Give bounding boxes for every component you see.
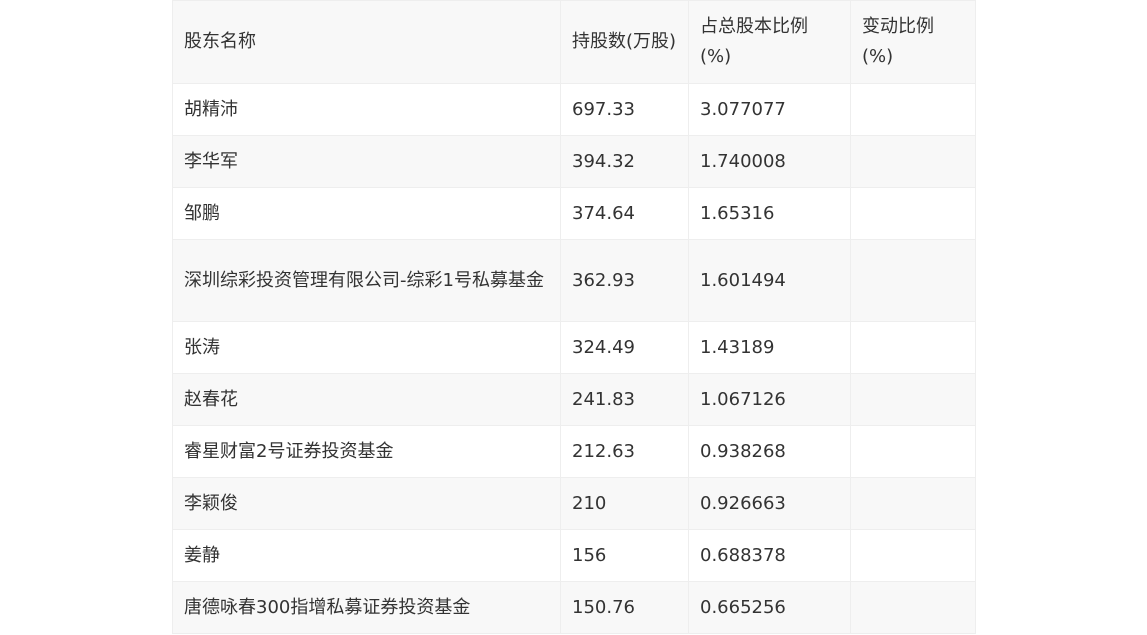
cell-share-ratio: 3.077077 — [688, 83, 851, 136]
table-row: 唐德咏春300指增私募证券投资基金 150.76 0.665256 — [172, 581, 976, 634]
cell-shares-held: 324.49 — [560, 321, 689, 374]
cell-shares-held: 210 — [560, 477, 689, 530]
cell-change-ratio — [850, 187, 976, 240]
cell-shares-held: 362.93 — [560, 239, 689, 322]
cell-shareholder-name: 李颖俊 — [172, 477, 561, 530]
table-row: 李颖俊 210 0.926663 — [172, 477, 976, 530]
cell-change-ratio — [850, 373, 976, 426]
table-row: 张涛 324.49 1.43189 — [172, 321, 976, 374]
cell-shareholder-name: 张涛 — [172, 321, 561, 374]
cell-share-ratio: 0.665256 — [688, 581, 851, 634]
cell-share-ratio: 1.43189 — [688, 321, 851, 374]
cell-shareholder-name: 深圳综彩投资管理有限公司-综彩1号私募基金 — [172, 239, 561, 322]
cell-shareholder-name: 李华军 — [172, 135, 561, 188]
cell-shareholder-name: 赵春花 — [172, 373, 561, 426]
table-row: 李华军 394.32 1.740008 — [172, 135, 976, 188]
shareholder-table: 股东名称 持股数(万股) 占总股本比例(%) 变动比例(%) 胡精沛 697.3… — [172, 0, 976, 634]
cell-share-ratio: 1.601494 — [688, 239, 851, 322]
cell-shareholder-name: 唐德咏春300指增私募证券投资基金 — [172, 581, 561, 634]
header-shareholder-name: 股东名称 — [172, 0, 561, 84]
cell-change-ratio — [850, 425, 976, 478]
cell-shareholder-name: 睿星财富2号证券投资基金 — [172, 425, 561, 478]
cell-share-ratio: 1.067126 — [688, 373, 851, 426]
cell-shareholder-name: 邹鹏 — [172, 187, 561, 240]
cell-change-ratio — [850, 135, 976, 188]
cell-change-ratio — [850, 477, 976, 530]
cell-change-ratio — [850, 239, 976, 322]
cell-shares-held: 697.33 — [560, 83, 689, 136]
table-row: 邹鹏 374.64 1.65316 — [172, 187, 976, 240]
cell-shares-held: 156 — [560, 529, 689, 582]
cell-shareholder-name: 胡精沛 — [172, 83, 561, 136]
cell-shares-held: 212.63 — [560, 425, 689, 478]
table-row: 赵春花 241.83 1.067126 — [172, 373, 976, 426]
header-share-ratio: 占总股本比例(%) — [688, 0, 851, 84]
cell-share-ratio: 0.926663 — [688, 477, 851, 530]
table-header-row: 股东名称 持股数(万股) 占总股本比例(%) 变动比例(%) — [172, 0, 976, 84]
cell-shares-held: 394.32 — [560, 135, 689, 188]
cell-share-ratio: 0.938268 — [688, 425, 851, 478]
cell-share-ratio: 1.65316 — [688, 187, 851, 240]
cell-change-ratio — [850, 581, 976, 634]
table-row: 姜静 156 0.688378 — [172, 529, 976, 582]
cell-shares-held: 150.76 — [560, 581, 689, 634]
cell-share-ratio: 0.688378 — [688, 529, 851, 582]
cell-change-ratio — [850, 321, 976, 374]
shareholder-table-container: 股东名称 持股数(万股) 占总股本比例(%) 变动比例(%) 胡精沛 697.3… — [172, 0, 976, 634]
table-row: 睿星财富2号证券投资基金 212.63 0.938268 — [172, 425, 976, 478]
cell-shares-held: 374.64 — [560, 187, 689, 240]
cell-change-ratio — [850, 529, 976, 582]
table-row: 胡精沛 697.33 3.077077 — [172, 83, 976, 136]
cell-change-ratio — [850, 83, 976, 136]
header-shares-held: 持股数(万股) — [560, 0, 689, 84]
header-change-ratio: 变动比例(%) — [850, 0, 976, 84]
cell-shareholder-name: 姜静 — [172, 529, 561, 582]
cell-share-ratio: 1.740008 — [688, 135, 851, 188]
cell-shares-held: 241.83 — [560, 373, 689, 426]
table-row: 深圳综彩投资管理有限公司-综彩1号私募基金 362.93 1.601494 — [172, 239, 976, 322]
